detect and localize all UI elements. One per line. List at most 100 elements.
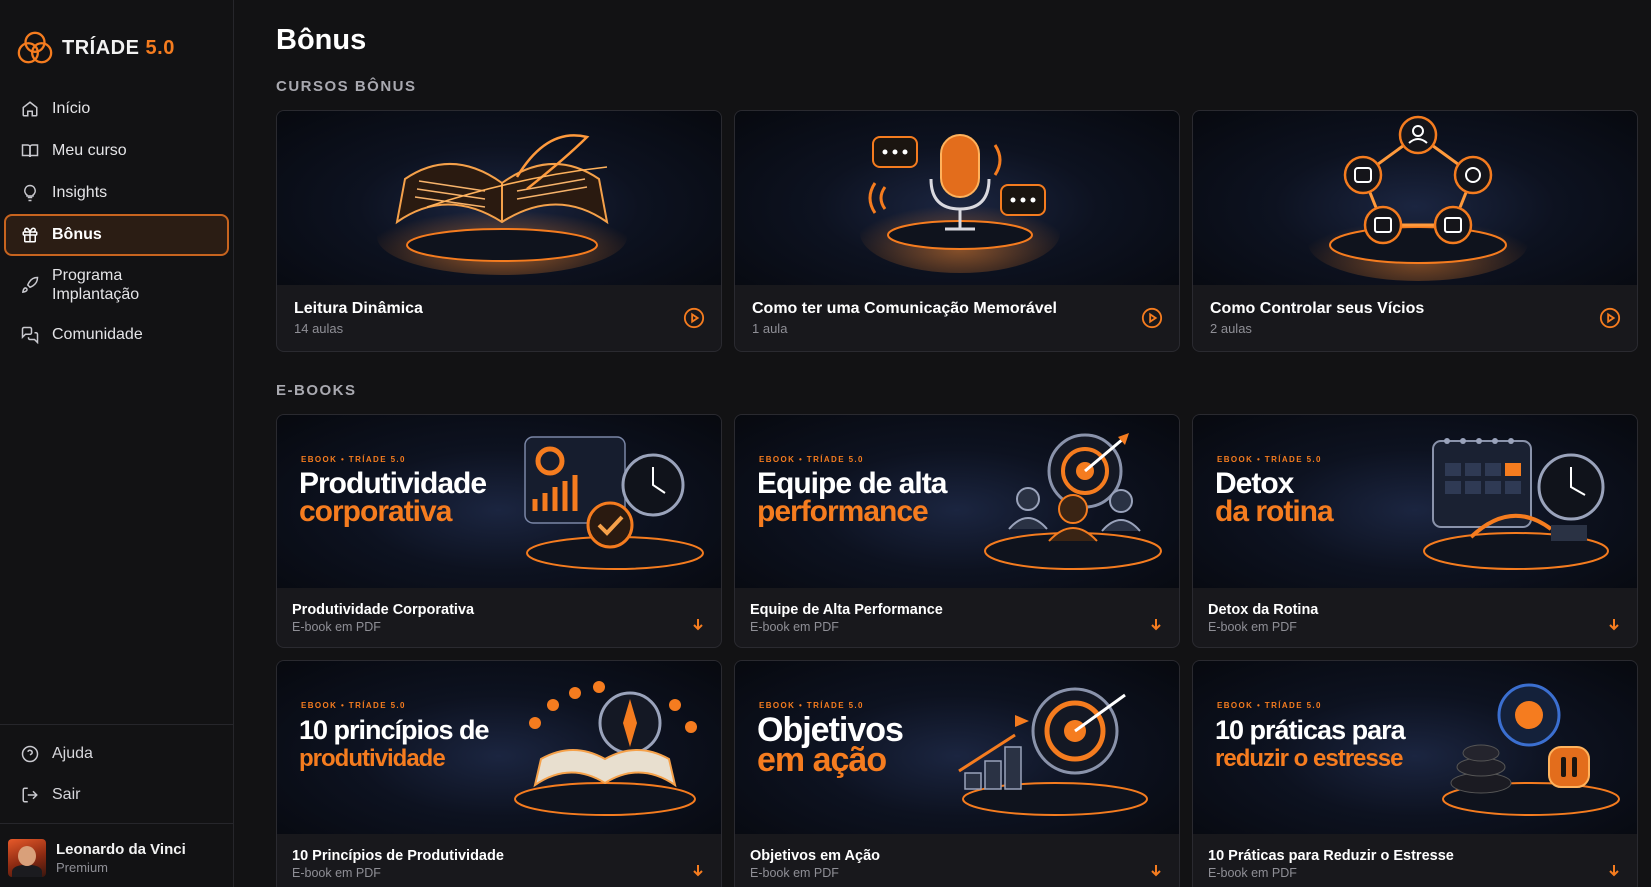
nav-item-meu-curso[interactable]: Meu curso xyxy=(4,130,229,172)
lightbulb-icon xyxy=(20,183,40,203)
ebook-cover: EBOOK • TRÍADE 5.0 Produtividade corpora… xyxy=(277,415,721,588)
ebook-card[interactable]: EBOOK • TRÍADE 5.0 Produtividade corpora… xyxy=(276,414,722,648)
cover-title-line1: 10 práticas para xyxy=(1215,715,1406,745)
rocket-icon xyxy=(20,275,40,295)
logout-icon xyxy=(20,785,40,805)
nav-label: Início xyxy=(52,100,91,117)
microphone-illustration xyxy=(860,134,1060,273)
nav-label: Bônus xyxy=(52,226,102,243)
cover-tag: EBOOK • TRÍADE 5.0 xyxy=(1217,455,1322,464)
download-icon[interactable] xyxy=(691,616,705,634)
course-lesson-count: 1 aula xyxy=(752,321,788,336)
course-lesson-count: 14 aulas xyxy=(294,321,344,336)
ebook-title: Produtividade Corporativa xyxy=(292,601,475,618)
download-icon[interactable] xyxy=(1607,616,1621,634)
ebook-title: 10 Práticas para Reduzir o Estresse xyxy=(1208,847,1454,864)
ebook-title: 10 Princípios de Produtividade xyxy=(292,847,504,864)
main-nav: Início Meu curso Insights Bônus Programa… xyxy=(0,78,233,356)
play-icon[interactable] xyxy=(683,307,705,329)
home-icon xyxy=(20,99,40,119)
course-thumbnail xyxy=(1193,111,1637,285)
open-book-illustration xyxy=(377,134,627,275)
nav-label: Comunidade xyxy=(52,326,143,343)
zen-stones-illustration xyxy=(1442,683,1620,816)
course-thumbnail xyxy=(735,111,1179,285)
nav-item-bonus[interactable]: Bônus xyxy=(4,214,229,256)
ebook-title: Detox da Rotina xyxy=(1208,601,1319,618)
download-icon[interactable] xyxy=(1607,862,1621,880)
download-icon[interactable] xyxy=(1149,862,1163,880)
ebook-cover: EBOOK • TRÍADE 5.0 10 práticas para redu… xyxy=(1193,661,1637,834)
course-title: Como Controlar seus Vícios xyxy=(1210,300,1425,317)
course-title: Como ter uma Comunicação Memorável xyxy=(752,300,1057,317)
ebook-format: E-book em PDF xyxy=(1208,619,1297,634)
section-title-ebooks: E-BOOKS xyxy=(276,382,357,399)
ebook-card[interactable]: EBOOK • TRÍADE 5.0 Detox da rotina Detox… xyxy=(1192,414,1638,648)
productivity-chart-illustration xyxy=(524,436,704,570)
goal-target-illustration xyxy=(958,687,1148,816)
ebook-cover: EBOOK • TRÍADE 5.0 Detox da rotina xyxy=(1193,415,1637,588)
course-thumbnail xyxy=(277,111,721,285)
logo[interactable]: TRÍADE 5.0 xyxy=(0,0,233,78)
ebook-card[interactable]: EBOOK • TRÍADE 5.0 Objetivos em ação Obj… xyxy=(734,660,1180,887)
cover-tag: EBOOK • TRÍADE 5.0 xyxy=(301,701,406,710)
user-profile[interactable]: Leonardo da Vinci Premium xyxy=(0,823,233,887)
nav-item-inicio[interactable]: Início xyxy=(4,88,229,130)
main-content: Bônus CURSOS BÔNUS Leitura Dinâmica 14 a… xyxy=(234,0,1651,887)
ebooks-grid-row-2: EBOOK • TRÍADE 5.0 10 princípios de prod… xyxy=(276,660,1651,887)
ebooks-grid: EBOOK • TRÍADE 5.0 Produtividade corpora… xyxy=(276,414,1651,648)
sidebar-footer: Ajuda Sair Leonardo da Vinci Premium xyxy=(0,724,233,887)
course-card[interactable]: Como Controlar seus Vícios 2 aulas xyxy=(1192,110,1638,352)
sidebar: TRÍADE 5.0 Início Meu curso Insights Bôn… xyxy=(0,0,234,887)
course-card[interactable]: Como ter uma Comunicação Memorável 1 aul… xyxy=(734,110,1180,352)
play-icon[interactable] xyxy=(1599,307,1621,329)
page-title: Bônus xyxy=(276,24,367,56)
team-target-illustration xyxy=(984,433,1162,570)
course-lesson-count: 2 aulas xyxy=(1210,321,1252,336)
cover-title-line2: em ação xyxy=(757,741,887,779)
ebook-info: 10 Práticas para Reduzir o Estresse E-bo… xyxy=(1193,834,1637,887)
ebook-info: 10 Princípios de Produtividade E-book em… xyxy=(277,834,721,887)
user-plan: Premium xyxy=(56,859,109,875)
avatar xyxy=(8,838,46,877)
nav-item-comunidade[interactable]: Comunidade xyxy=(4,314,229,356)
nav-item-ajuda[interactable]: Ajuda xyxy=(4,733,229,774)
calendar-clock-illustration xyxy=(1423,438,1609,570)
brand-name: TRÍADE 5.0 xyxy=(62,36,175,59)
cover-title-line2: corporativa xyxy=(299,495,452,528)
ebook-info: Produtividade Corporativa E-book em PDF xyxy=(277,588,721,647)
course-card[interactable]: Leitura Dinâmica 14 aulas xyxy=(276,110,722,352)
ebook-info: Detox da Rotina E-book em PDF xyxy=(1193,588,1637,647)
user-name: Leonardo da Vinci xyxy=(56,840,186,858)
cover-tag: EBOOK • TRÍADE 5.0 xyxy=(1217,701,1322,710)
nav-label: Programa Implantação xyxy=(52,267,140,303)
play-icon[interactable] xyxy=(1141,307,1163,329)
ebook-title: Equipe de Alta Performance xyxy=(750,601,943,618)
nav-label: Insights xyxy=(52,184,108,201)
cover-title-line2: performance xyxy=(757,495,929,528)
nav-label: Meu curso xyxy=(52,142,127,159)
nav-item-insights[interactable]: Insights xyxy=(4,172,229,214)
course-info: Como Controlar seus Vícios 2 aulas xyxy=(1193,285,1637,351)
cover-title-line2: da rotina xyxy=(1215,495,1334,528)
cover-tag: EBOOK • TRÍADE 5.0 xyxy=(759,455,864,464)
ebook-format: E-book em PDF xyxy=(750,865,839,880)
ebook-card[interactable]: EBOOK • TRÍADE 5.0 10 práticas para redu… xyxy=(1192,660,1638,887)
ebook-cover: EBOOK • TRÍADE 5.0 10 princípios de prod… xyxy=(277,661,721,834)
ebook-cover: EBOOK • TRÍADE 5.0 Objetivos em ação xyxy=(735,661,1179,834)
download-icon[interactable] xyxy=(691,862,705,880)
ebook-format: E-book em PDF xyxy=(750,619,839,634)
cover-title-line2: produtividade xyxy=(299,745,446,772)
ebook-card[interactable]: EBOOK • TRÍADE 5.0 Equipe de alta perfor… xyxy=(734,414,1180,648)
book-icon xyxy=(20,141,40,161)
ebook-info: Objetivos em Ação E-book em PDF xyxy=(735,834,1179,887)
nav-item-programa-implantacao[interactable]: Programa Implantação xyxy=(4,256,229,314)
cover-title-line2: reduzir o estresse xyxy=(1215,745,1403,772)
ebook-card[interactable]: EBOOK • TRÍADE 5.0 10 princípios de prod… xyxy=(276,660,722,887)
nav-item-sair[interactable]: Sair xyxy=(4,774,229,815)
ebook-format: E-book em PDF xyxy=(292,619,381,634)
chat-icon xyxy=(20,325,40,345)
cover-title-line1: 10 princípios de xyxy=(299,715,490,745)
course-info: Como ter uma Comunicação Memorável 1 aul… xyxy=(735,285,1179,351)
download-icon[interactable] xyxy=(1149,616,1163,634)
